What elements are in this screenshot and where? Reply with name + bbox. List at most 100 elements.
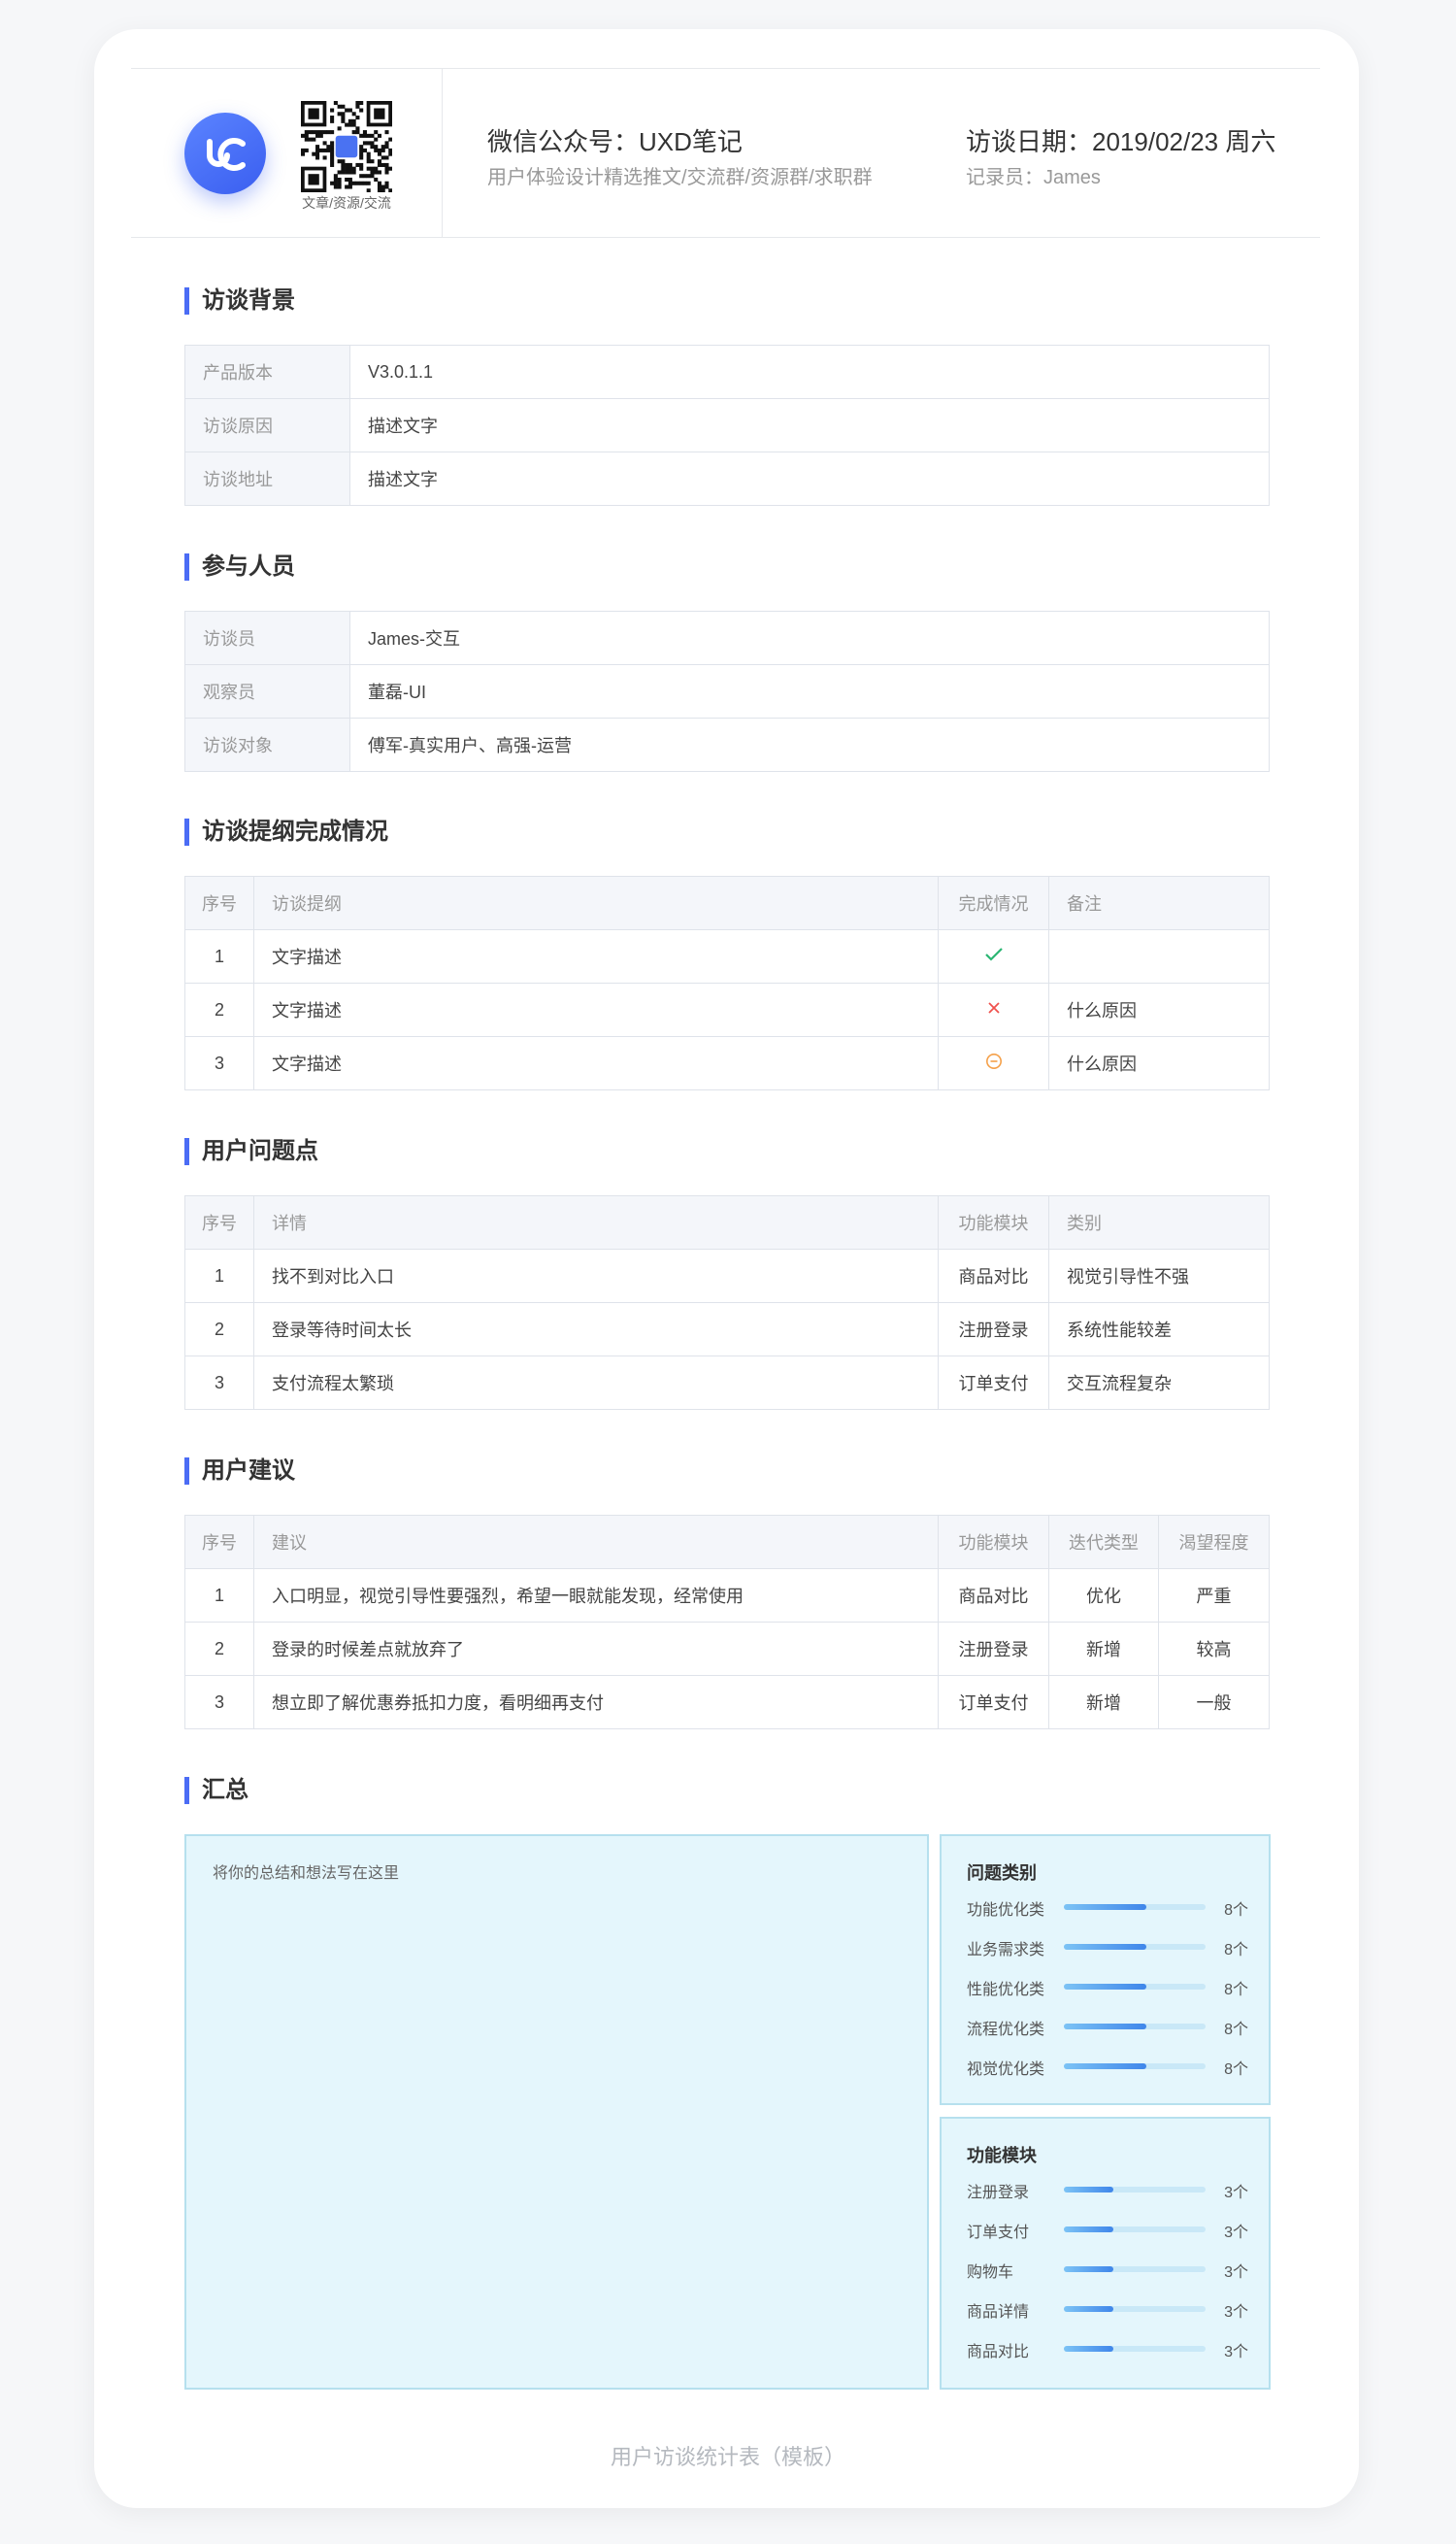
stat-label: 流程优化类 bbox=[967, 2022, 1045, 2038]
table-row: 访谈原因 描述文字 bbox=[184, 398, 1270, 452]
stat-bar-fill bbox=[1064, 1904, 1146, 1910]
table-row: 2 登录等待时间太长 注册登录 系统性能较差 bbox=[184, 1302, 1270, 1356]
footer-caption: 用户访谈统计表（模板） bbox=[610, 2445, 845, 2469]
row-key: 访谈原因 bbox=[184, 398, 350, 452]
header-divider bbox=[442, 69, 443, 237]
row-number: 1 bbox=[184, 929, 254, 984]
row-number: 3 bbox=[184, 1356, 254, 1410]
section-title-participants: 参与人员 bbox=[184, 553, 295, 581]
row-suggestion: 入口明显，视觉引导性要强烈，希望一眼就能发现，经常使用 bbox=[253, 1568, 939, 1623]
stat-bar-track bbox=[1064, 1904, 1206, 1910]
stat-bar-track bbox=[1064, 2063, 1206, 2069]
status-cell bbox=[938, 983, 1049, 1037]
check-icon bbox=[984, 947, 1003, 961]
row-value: James-交互 bbox=[349, 611, 1270, 665]
section-title-background: 访谈背景 bbox=[184, 287, 295, 315]
qr-code-icon bbox=[301, 101, 393, 193]
table-row: 观察员 董磊-UI bbox=[184, 664, 1270, 719]
status-cell bbox=[938, 1036, 1049, 1090]
row-text: 文字描述 bbox=[253, 983, 939, 1037]
stat-count: 3个 bbox=[1224, 2344, 1248, 2360]
stat-label: 商品对比 bbox=[967, 2344, 1030, 2360]
table-row: 访谈员 James-交互 bbox=[184, 611, 1270, 665]
stat-bar-fill bbox=[1064, 2024, 1146, 2029]
row-key: 访谈员 bbox=[184, 611, 350, 665]
status-cell bbox=[938, 929, 1049, 984]
table-row: 访谈地址 描述文字 bbox=[184, 452, 1270, 506]
stat-label: 注册登录 bbox=[967, 2185, 1030, 2201]
row-category: 交互流程复杂 bbox=[1048, 1356, 1270, 1410]
row-number: 1 bbox=[184, 1568, 254, 1623]
row-level: 一般 bbox=[1158, 1675, 1270, 1729]
row-key: 访谈对象 bbox=[184, 718, 350, 772]
stat-bar-fill bbox=[1064, 2306, 1114, 2312]
col-header: 渴望程度 bbox=[1158, 1515, 1270, 1569]
col-header: 功能模块 bbox=[938, 1195, 1049, 1250]
stat-bar-track bbox=[1064, 2346, 1206, 2352]
stat-bar-fill bbox=[1064, 2187, 1114, 2193]
row-suggestion: 想立即了解优惠券抵扣力度，看明细再支付 bbox=[253, 1675, 939, 1729]
table-row: 3 想立即了解优惠券抵扣力度，看明细再支付 订单支付 新增 一般 bbox=[184, 1675, 1270, 1729]
row-number: 1 bbox=[184, 1249, 254, 1303]
row-category: 视觉引导性不强 bbox=[1048, 1249, 1270, 1303]
table-header-row: 序号 建议 功能模块 迭代类型 渴望程度 bbox=[184, 1515, 1270, 1569]
stat-label: 性能优化类 bbox=[967, 1982, 1045, 1998]
row-number: 3 bbox=[184, 1675, 254, 1729]
wechat-subtitle: 用户体验设计精选推文/交流群/资源群/求职群 bbox=[487, 167, 873, 188]
stat-label: 订单支付 bbox=[967, 2225, 1030, 2241]
row-note: 什么原因 bbox=[1048, 1036, 1270, 1090]
minus-circle-icon bbox=[985, 1053, 1002, 1069]
row-number: 2 bbox=[184, 983, 254, 1037]
table-row: 1 找不到对比入口 商品对比 视觉引导性不强 bbox=[184, 1249, 1270, 1303]
stat-bar-fill bbox=[1064, 1944, 1146, 1950]
issue-types-panel: 问题类别 功能优化类 8个 业务需求类 8个 性能优化类 8个 流程优化类 8个 视觉优化类 8个 bbox=[940, 1834, 1271, 2105]
row-value: V3.0.1.1 bbox=[349, 345, 1270, 399]
document-header: 文章/资源/交流 微信公众号：UXD笔记 用户体验设计精选推文/交流群/资源群/… bbox=[131, 68, 1320, 238]
modules-stat-row: 购物车 3个 bbox=[967, 2259, 1248, 2281]
col-header: 建议 bbox=[253, 1515, 939, 1569]
col-header: 详情 bbox=[253, 1195, 939, 1250]
stat-count: 8个 bbox=[1224, 2061, 1248, 2078]
row-module: 注册登录 bbox=[938, 1302, 1049, 1356]
row-level: 严重 bbox=[1158, 1568, 1270, 1623]
row-text: 文字描述 bbox=[253, 929, 939, 984]
outline-table: 序号 访谈提纲 完成情况 备注 1 文字描述 2 文字描述 什么原因 3 文字描… bbox=[184, 876, 1270, 1090]
summary-notes-area[interactable]: 将你的总结和想法写在这里 bbox=[184, 1834, 929, 2390]
row-key: 产品版本 bbox=[184, 345, 350, 399]
row-key: 观察员 bbox=[184, 664, 350, 719]
background-table: 产品版本 V3.0.1.1 访谈原因 描述文字 访谈地址 描述文字 bbox=[184, 345, 1270, 506]
wechat-title: 微信公众号：UXD笔记 bbox=[487, 127, 743, 156]
stat-count: 8个 bbox=[1224, 1942, 1248, 1958]
col-header: 序号 bbox=[184, 1195, 254, 1250]
col-header: 备注 bbox=[1048, 876, 1270, 930]
row-type: 新增 bbox=[1048, 1622, 1159, 1676]
table-row: 2 文字描述 什么原因 bbox=[184, 983, 1270, 1037]
section-title-outline: 访谈提纲完成情况 bbox=[184, 819, 388, 846]
issue-types-title: 问题类别 bbox=[967, 1863, 1037, 1883]
table-row: 3 文字描述 什么原因 bbox=[184, 1036, 1270, 1090]
cross-icon bbox=[987, 1001, 1000, 1014]
participants-table: 访谈员 James-交互 观察员 董磊-UI 访谈对象 傅军-真实用户、高强-运营 bbox=[184, 611, 1270, 772]
row-detail: 登录等待时间太长 bbox=[253, 1302, 939, 1356]
row-value: 董磊-UI bbox=[349, 664, 1270, 719]
suggestions-table: 序号 建议 功能模块 迭代类型 渴望程度 1 入口明显，视觉引导性要强烈，希望一… bbox=[184, 1515, 1270, 1729]
row-number: 3 bbox=[184, 1036, 254, 1090]
table-row: 产品版本 V3.0.1.1 bbox=[184, 345, 1270, 399]
stat-label: 功能优化类 bbox=[967, 1902, 1045, 1919]
stat-label: 购物车 bbox=[967, 2264, 1014, 2281]
stat-bar-track bbox=[1064, 1984, 1206, 1990]
table-row: 1 入口明显，视觉引导性要强烈，希望一眼就能发现，经常使用 商品对比 优化 严重 bbox=[184, 1568, 1270, 1623]
col-header: 序号 bbox=[184, 1515, 254, 1569]
stat-count: 8个 bbox=[1224, 2022, 1248, 2038]
table-row: 访谈对象 傅军-真实用户、高强-运营 bbox=[184, 718, 1270, 772]
stat-bar-track bbox=[1064, 1944, 1206, 1950]
stat-bar-track bbox=[1064, 2187, 1206, 2193]
modules-stat-row: 商品详情 3个 bbox=[967, 2298, 1248, 2321]
row-detail: 支付流程太繁琐 bbox=[253, 1356, 939, 1410]
stat-label: 视觉优化类 bbox=[967, 2061, 1045, 2078]
stat-count: 3个 bbox=[1224, 2264, 1248, 2281]
col-header: 类别 bbox=[1048, 1195, 1270, 1250]
row-suggestion: 登录的时候差点就放弃了 bbox=[253, 1622, 939, 1676]
modules-stat-row: 订单支付 3个 bbox=[967, 2219, 1248, 2241]
table-row: 2 登录的时候差点就放弃了 注册登录 新增 较高 bbox=[184, 1622, 1270, 1676]
